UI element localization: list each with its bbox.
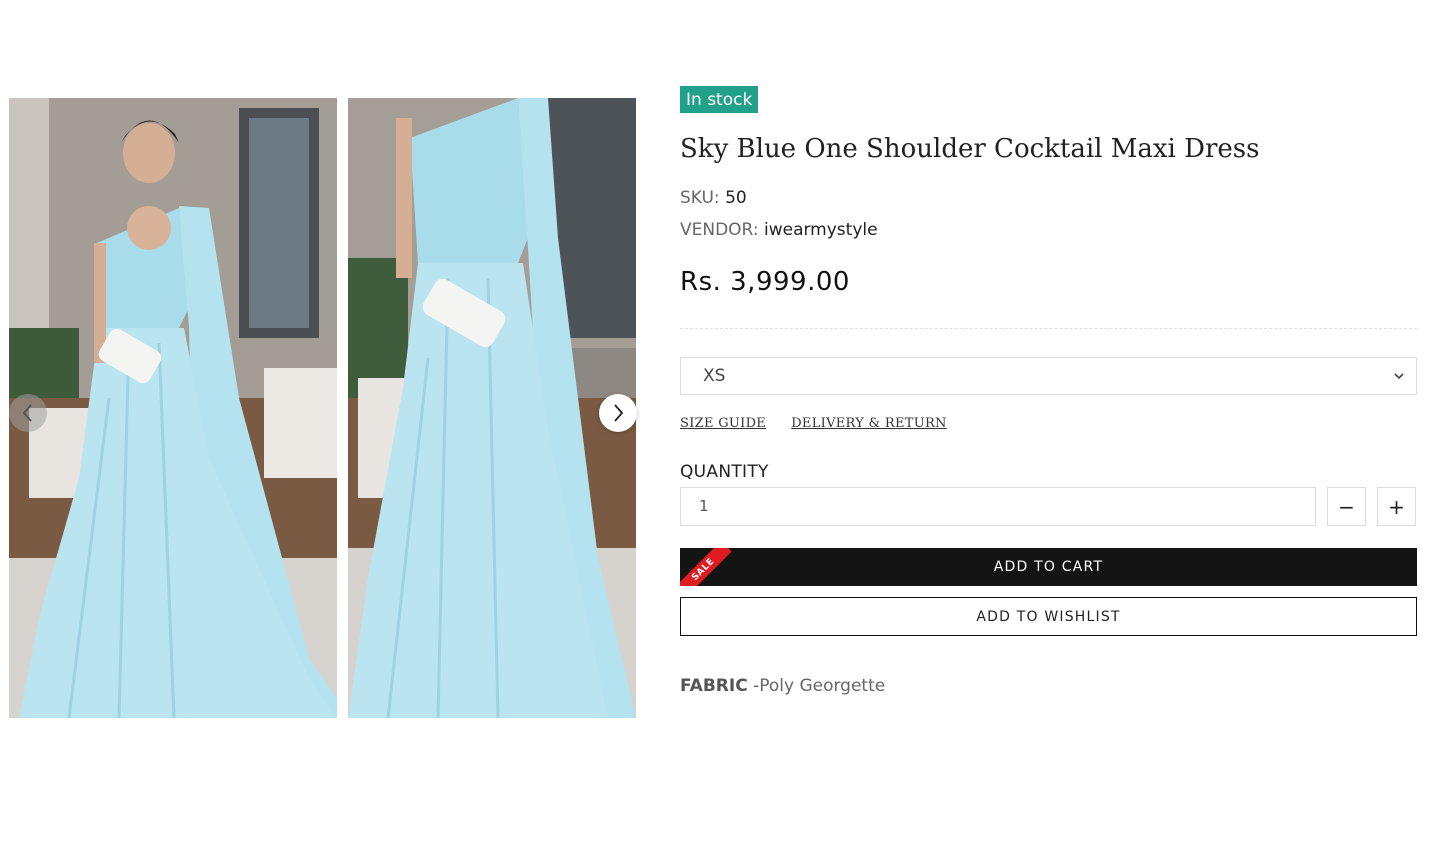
- fabric-description: FABRIC -Poly Georgette: [680, 676, 885, 696]
- product-links: SIZE GUIDE DELIVERY & RETURN: [680, 412, 967, 431]
- sale-ribbon: SALE: [680, 548, 732, 586]
- divider: [680, 328, 1417, 329]
- quantity-input[interactable]: 1: [680, 487, 1316, 526]
- fabric-value: -Poly Georgette: [753, 676, 886, 696]
- quantity-increase-button[interactable]: +: [1377, 487, 1416, 526]
- size-select[interactable]: XS: [680, 357, 1417, 395]
- product-photo-closeup[interactable]: [348, 98, 636, 718]
- size-selected-value: XS: [703, 366, 726, 386]
- chevron-right-icon: [614, 404, 624, 422]
- chevron-down-icon: [1394, 373, 1404, 380]
- add-to-wishlist-button[interactable]: ADD TO WISHLIST: [680, 597, 1417, 636]
- sku-label: SKU:: [680, 188, 720, 208]
- sku-value: 50: [725, 188, 747, 208]
- quantity-label: QUANTITY: [680, 462, 769, 482]
- plus-icon: +: [1388, 494, 1405, 519]
- gallery-prev-button[interactable]: [9, 394, 47, 432]
- add-to-cart-button[interactable]: SALE ADD TO CART: [680, 548, 1417, 586]
- vendor-label: VENDOR:: [680, 220, 759, 240]
- fabric-label: FABRIC: [680, 676, 748, 696]
- sku-row: SKU: 50: [680, 188, 747, 208]
- size-guide-link[interactable]: SIZE GUIDE: [680, 416, 766, 431]
- chevron-left-icon: [22, 404, 32, 422]
- add-to-cart-label: ADD TO CART: [993, 559, 1104, 575]
- product-title: Sky Blue One Shoulder Cocktail Maxi Dres…: [680, 134, 1260, 164]
- dress-closeup-image: [348, 98, 636, 718]
- dress-photo-image: [9, 98, 337, 718]
- product-photo-front[interactable]: [9, 98, 337, 718]
- quantity-decrease-button[interactable]: −: [1327, 487, 1366, 526]
- vendor-value: iwearmystyle: [763, 220, 878, 240]
- vendor-row: VENDOR: iwearmystyle: [680, 220, 878, 240]
- add-to-wishlist-label: ADD TO WISHLIST: [976, 608, 1121, 625]
- product-gallery: [9, 98, 637, 718]
- gallery-next-button[interactable]: [599, 394, 637, 432]
- product-price: Rs. 3,999.00: [680, 267, 850, 297]
- minus-icon: −: [1338, 494, 1355, 519]
- stock-status-badge: In stock: [680, 86, 759, 113]
- delivery-return-link[interactable]: DELIVERY & RETURN: [791, 416, 947, 431]
